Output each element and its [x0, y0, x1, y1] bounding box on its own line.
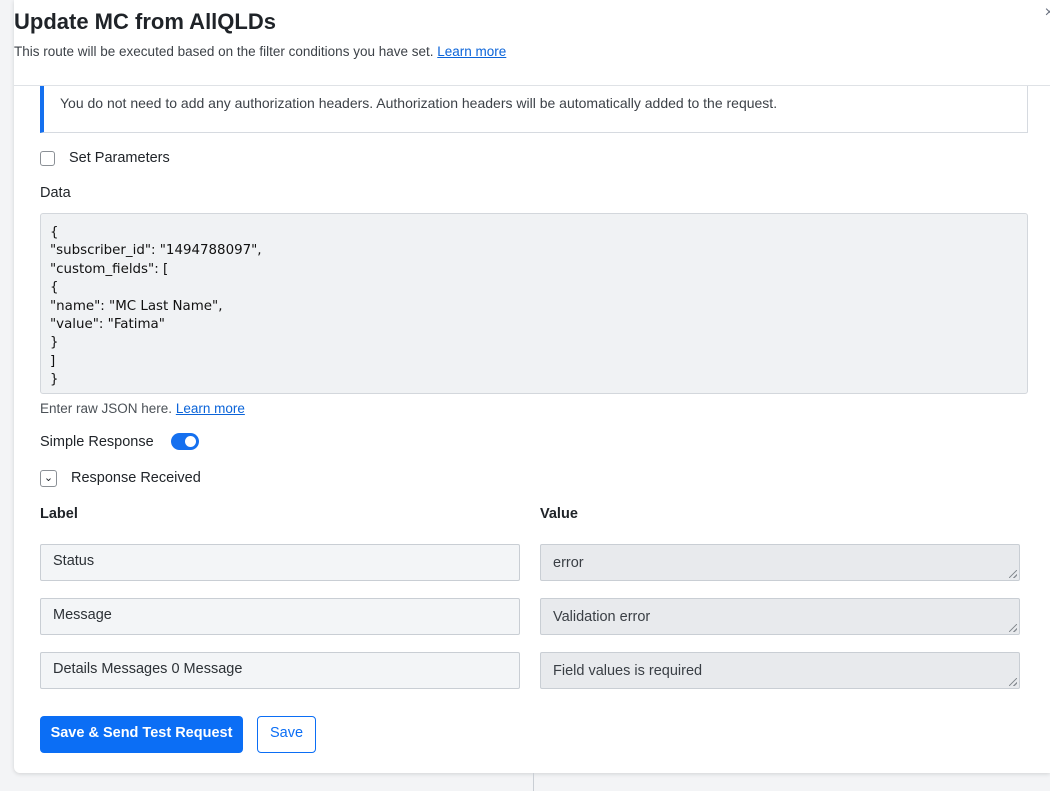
resize-handle-icon[interactable]	[1009, 624, 1017, 632]
response-value-details[interactable]: Field values is required	[540, 652, 1020, 689]
response-value-status[interactable]: error	[540, 544, 1020, 581]
simple-response-toggle[interactable]	[171, 433, 199, 450]
data-learn-more-link[interactable]: Learn more	[176, 401, 245, 416]
response-received-chevron-icon[interactable]: ⌄	[40, 470, 57, 487]
response-label-status[interactable]: Status	[40, 544, 520, 581]
panel-header: Update MC from AllQLDs This route will b…	[14, 0, 1050, 86]
page-title: Update MC from AllQLDs	[14, 9, 276, 34]
value-column-header: Value	[540, 506, 578, 522]
background-divider	[533, 773, 534, 791]
response-value-text: Validation error	[553, 609, 651, 625]
resize-handle-icon[interactable]	[1009, 678, 1017, 686]
learn-more-link[interactable]: Learn more	[437, 44, 506, 59]
auth-notice: You do not need to add any authorization…	[40, 86, 1028, 133]
response-value-text: Field values is required	[553, 663, 703, 679]
resize-handle-icon[interactable]	[1009, 570, 1017, 578]
set-parameters-checkbox[interactable]	[40, 151, 55, 166]
notice-text: You do not need to add any authorization…	[60, 95, 778, 111]
set-parameters-label: Set Parameters	[69, 150, 170, 166]
toggle-knob	[185, 436, 196, 447]
response-label-message[interactable]: Message	[40, 598, 520, 635]
page-subtitle: This route will be executed based on the…	[14, 44, 506, 59]
save-button[interactable]: Save	[257, 716, 316, 753]
data-json-editor[interactable]: { "subscriber_id": "1494788097", "custom…	[40, 213, 1028, 394]
response-value-message[interactable]: Validation error	[540, 598, 1020, 635]
response-label-details[interactable]: Details Messages 0 Message	[40, 652, 520, 689]
label-column-header: Label	[40, 506, 78, 522]
response-received-label: Response Received	[71, 470, 201, 486]
data-label: Data	[40, 185, 71, 201]
simple-response-label: Simple Response	[40, 434, 154, 450]
response-value-text: error	[553, 555, 584, 571]
save-and-send-test-request-button[interactable]: Save & Send Test Request	[40, 716, 243, 753]
data-hint-text: Enter raw JSON here.	[40, 401, 173, 416]
route-editor-panel: Update MC from AllQLDs This route will b…	[14, 0, 1050, 773]
data-hint: Enter raw JSON here. Learn more	[40, 401, 245, 416]
close-icon[interactable]: ×	[1045, 4, 1050, 22]
subtitle-text: This route will be executed based on the…	[14, 44, 434, 59]
